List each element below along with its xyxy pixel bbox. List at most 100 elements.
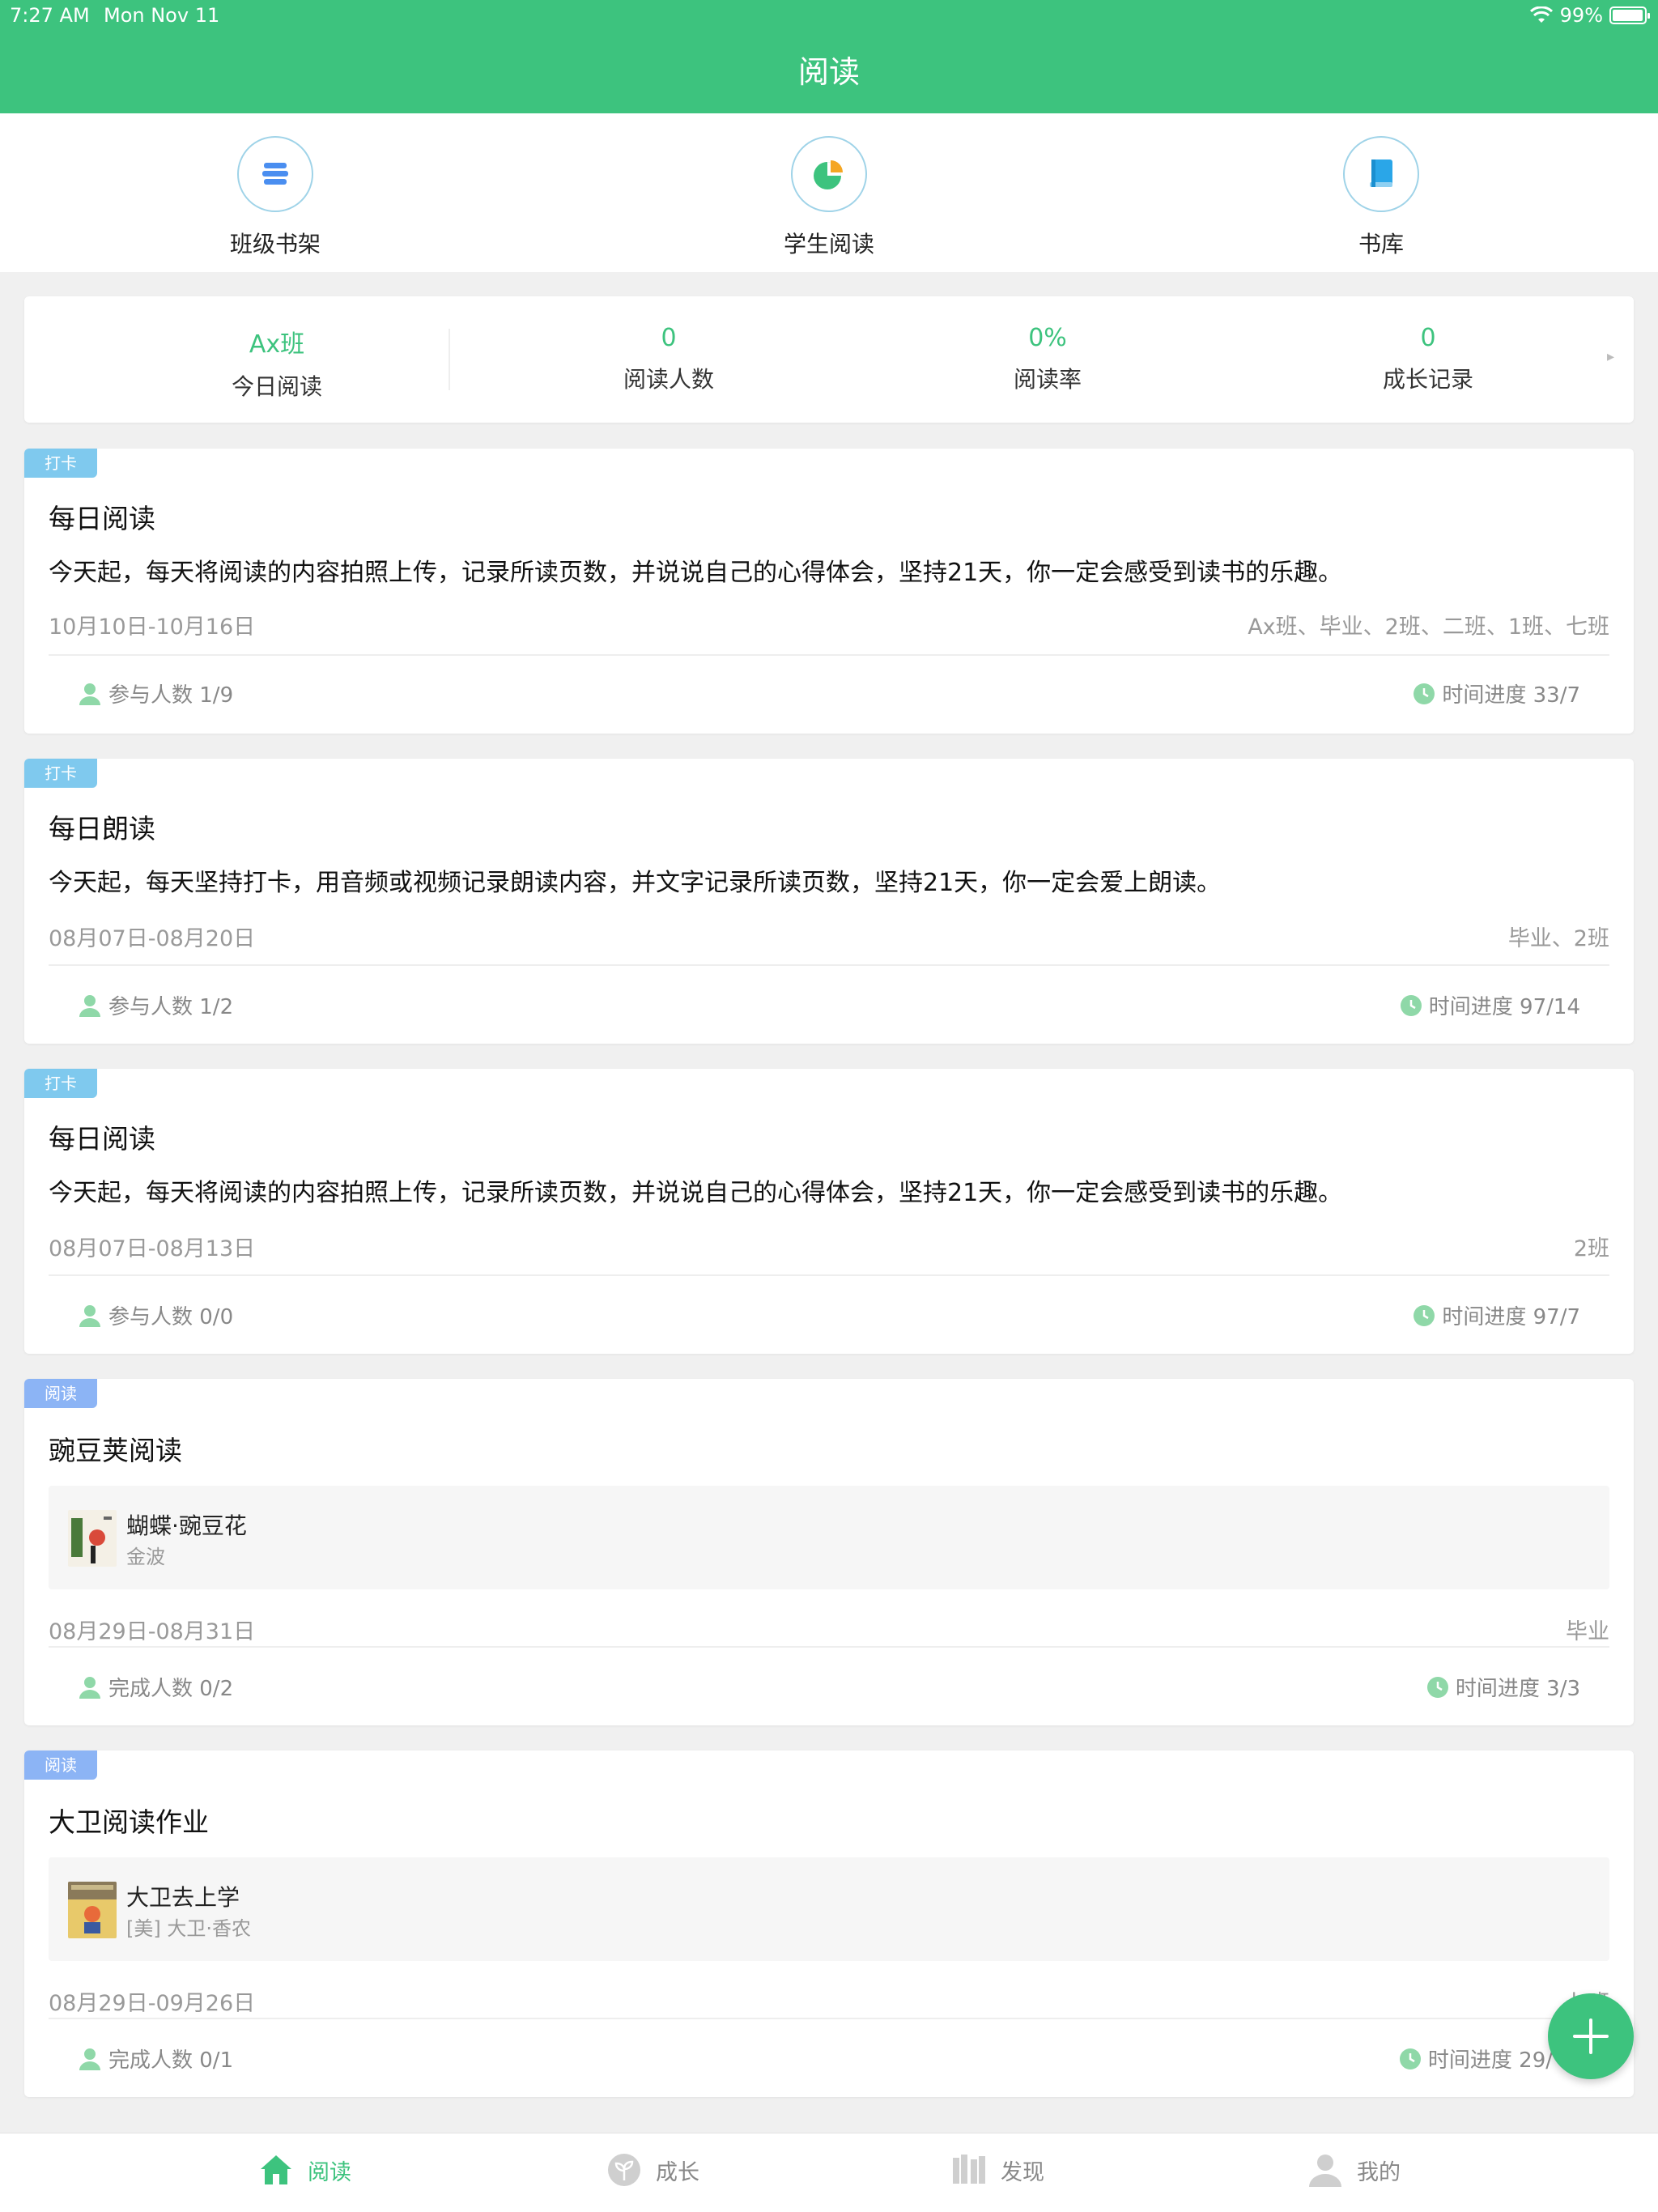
divider	[49, 1274, 1609, 1276]
task-tag: 阅读	[24, 1750, 97, 1780]
participants: 参与人数 1/9	[78, 678, 233, 708]
clock-icon	[1426, 1676, 1448, 1698]
task-card[interactable]: 阅读 豌豆荚阅读 蝴蝶·豌豆花 金波 08月29日-08月31日 毕业 完成人数…	[24, 1379, 1634, 1725]
progress-text: 时间进度 97/14	[1428, 995, 1580, 1019]
progress-text: 时间进度 3/3	[1455, 1677, 1580, 1701]
person-icon	[79, 994, 100, 1017]
quick-library[interactable]: 书库	[1260, 136, 1503, 259]
task-classes: 毕业	[1566, 1619, 1609, 1644]
tab-discover[interactable]: 发现	[950, 2151, 1044, 2189]
stat-label: 阅读率	[1013, 366, 1082, 393]
participants: 参与人数 0/0	[78, 1300, 233, 1330]
tab-growth[interactable]: 成长	[606, 2151, 699, 2189]
quick-actions: 班级书架 学生阅读 书库	[0, 113, 1658, 272]
tab-label: 我的	[1357, 2159, 1401, 2185]
quick-label: 书库	[1358, 231, 1404, 257]
sprout-icon	[608, 2154, 640, 2186]
divider	[49, 1646, 1609, 1648]
divider	[49, 964, 1609, 966]
stat-value: 0	[1420, 324, 1436, 352]
tab-label: 发现	[1001, 2159, 1044, 2185]
book-cover	[68, 1882, 117, 1938]
quick-student-reading[interactable]: 学生阅读	[708, 136, 950, 259]
quick-label: 班级书架	[229, 231, 321, 257]
stat-readers: 0 阅读人数	[547, 324, 790, 394]
wifi-icon	[1529, 6, 1553, 23]
stat-value: 0	[661, 324, 677, 352]
clock-icon	[1414, 683, 1435, 704]
quick-class-bookshelf[interactable]: 班级书架	[154, 136, 397, 259]
task-classes: Ax班、毕业、2班、二班、1班、七班	[1248, 615, 1609, 640]
task-card[interactable]: 打卡 每日阅读 今天起，每天将阅读的内容拍照上传，记录所读页数，并说说自己的心得…	[24, 449, 1634, 734]
person-icon	[79, 2048, 100, 2070]
progress-text: 时间进度 29/	[1427, 2048, 1553, 2073]
completions: 完成人数 0/2	[78, 1672, 233, 1702]
task-title: 每日阅读	[49, 503, 155, 534]
battery-icon	[1609, 6, 1650, 24]
time-progress: 时间进度 3/3	[1426, 1672, 1580, 1702]
progress-text: 时间进度 33/7	[1442, 683, 1580, 708]
divider	[49, 2018, 1609, 2019]
task-tag: 打卡	[24, 449, 97, 478]
books-icon	[953, 2155, 985, 2184]
chevron-right-icon[interactable]: ▸	[1607, 348, 1614, 365]
person-icon	[79, 1676, 100, 1699]
time-progress: 时间进度 33/7	[1413, 678, 1580, 708]
book-icon	[1370, 160, 1392, 187]
stat-class-name: Ax班	[249, 330, 305, 359]
time-progress: 时间进度 97/14	[1400, 990, 1580, 1020]
task-card[interactable]: 打卡 每日阅读 今天起，每天将阅读的内容拍照上传，记录所读页数，并说说自己的心得…	[24, 1069, 1634, 1354]
book-author: 金波	[126, 1546, 165, 1568]
book-cover	[68, 1510, 117, 1567]
task-card[interactable]: 打卡 每日朗读 今天起，每天坚持打卡，用音频或视频记录朗读内容，并文字记录所读页…	[24, 759, 1634, 1044]
pie-chart-icon	[814, 160, 843, 189]
task-date: 08月29日-09月26日	[49, 1991, 256, 2016]
stat-value: 0%	[1028, 324, 1067, 352]
task-title: 每日朗读	[49, 813, 155, 844]
task-date: 10月10日-10月16日	[49, 615, 256, 640]
task-desc: 今天起，每天将阅读的内容拍照上传，记录所读页数，并说说自己的心得体会，坚持21天…	[49, 559, 1343, 587]
stat-class-label: 今日阅读	[231, 373, 322, 400]
task-tag: 打卡	[24, 1069, 97, 1098]
tab-bar: 阅读 成长 发现 我的	[0, 2133, 1658, 2212]
reading-stats-card[interactable]: Ax班 今日阅读 0 阅读人数 0% 阅读率 0 成长记录 ▸	[24, 296, 1634, 423]
status-time: 7:27 AM	[10, 4, 90, 27]
task-date: 08月07日-08月13日	[49, 1236, 256, 1261]
completions: 完成人数 0/1	[78, 2044, 233, 2074]
tab-reading[interactable]: 阅读	[257, 2151, 351, 2189]
participants-text: 参与人数 1/2	[108, 995, 234, 1019]
task-desc: 今天起，每天将阅读的内容拍照上传，记录所读页数，并说说自己的心得体会，坚持21天…	[49, 1179, 1343, 1207]
task-title: 大卫阅读作业	[49, 1806, 209, 1838]
tab-label: 成长	[656, 2159, 699, 2185]
participants: 参与人数 1/2	[78, 990, 233, 1020]
bookshelf-icon	[262, 163, 288, 185]
book-name: 蝴蝶·豌豆花	[126, 1512, 247, 1539]
stat-growth-records: 0 成长记录	[1307, 324, 1550, 394]
book-item[interactable]: 蝴蝶·豌豆花 金波	[49, 1486, 1609, 1589]
person-icon	[79, 1304, 100, 1327]
top-bar: 7:27 AM Mon Nov 11 99% 阅读	[0, 0, 1658, 113]
book-item[interactable]: 大卫去上学 [美] 大卫·香农	[49, 1857, 1609, 1961]
progress-text: 时间进度 97/7	[1442, 1305, 1580, 1329]
clock-icon	[1414, 1304, 1435, 1326]
battery-percent: 99%	[1559, 4, 1603, 27]
add-task-button[interactable]	[1548, 1993, 1634, 2079]
task-card[interactable]: 阅读 大卫阅读作业 大卫去上学 [美] 大卫·香农 08月29日-09月26日 …	[24, 1750, 1634, 2097]
time-progress: 时间进度 97/7	[1413, 1300, 1580, 1330]
clock-icon	[1400, 994, 1422, 1016]
participants-text: 参与人数 1/9	[108, 683, 234, 708]
task-classes: 2班	[1573, 1236, 1609, 1261]
completions-text: 完成人数 0/1	[108, 2048, 234, 2073]
stat-label: 阅读人数	[623, 366, 714, 393]
tab-me[interactable]: 我的	[1307, 2151, 1401, 2189]
task-tag: 打卡	[24, 759, 97, 788]
stat-class[interactable]: Ax班 今日阅读	[155, 324, 398, 402]
completions-text: 完成人数 0/2	[108, 1677, 234, 1701]
task-date: 08月07日-08月20日	[49, 926, 256, 951]
clock-icon	[1399, 2048, 1421, 2069]
person-icon	[79, 683, 100, 705]
home-icon	[261, 2155, 291, 2184]
status-right: 99%	[1529, 4, 1650, 27]
plus-icon	[1573, 2018, 1609, 2054]
status-bar: 7:27 AM Mon Nov 11 99%	[0, 0, 1658, 32]
